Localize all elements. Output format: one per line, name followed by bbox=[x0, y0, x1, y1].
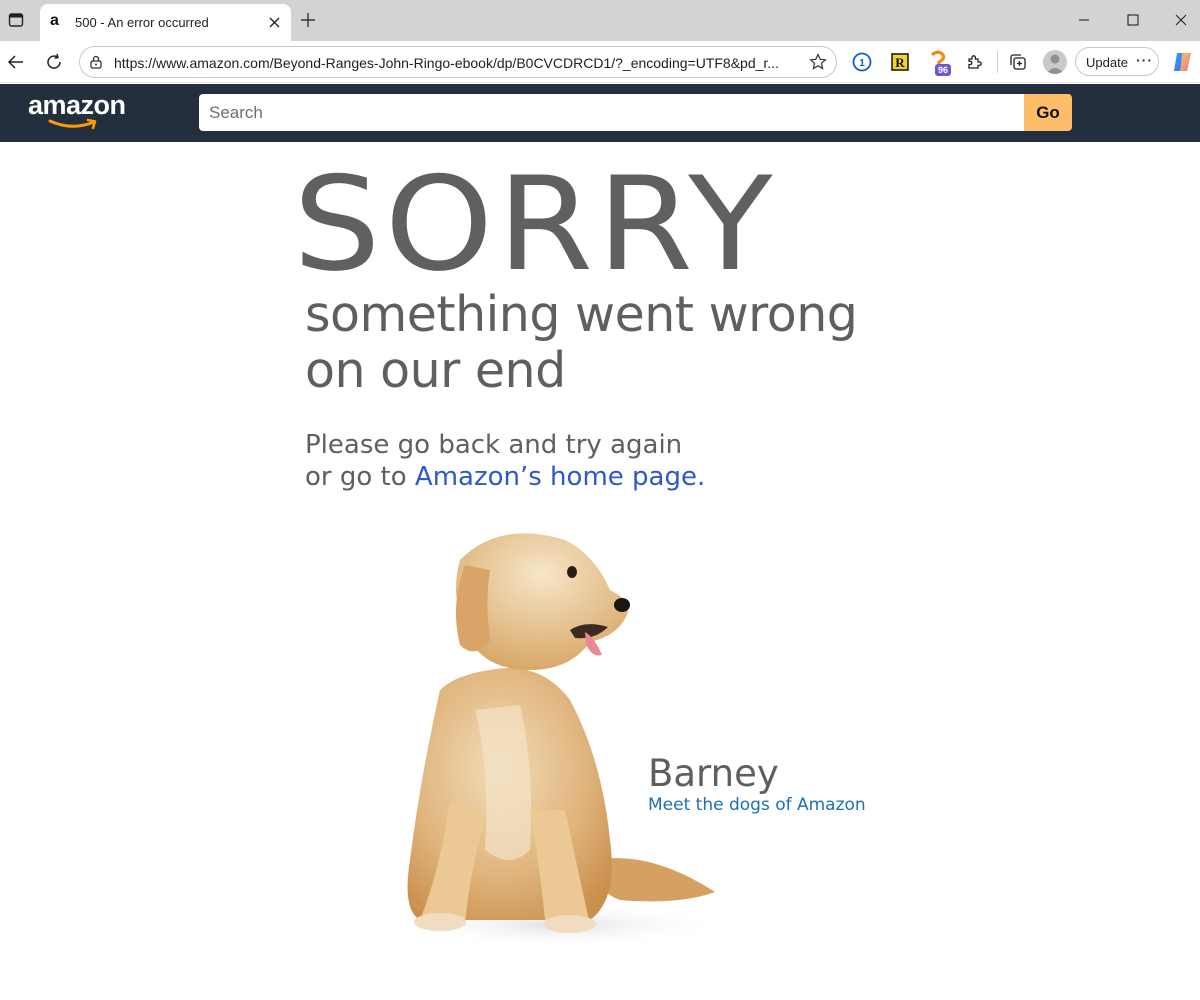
update-button[interactable]: Update ··· bbox=[1075, 47, 1159, 76]
error-subline-1: something went wrong bbox=[305, 286, 858, 343]
extension-badge: 96 bbox=[935, 64, 952, 76]
address-bar[interactable]: https://www.amazon.com/Beyond-Ranges-Joh… bbox=[79, 46, 837, 78]
home-message-prefix: or go to bbox=[305, 462, 415, 492]
retry-message: Please go back and try again bbox=[305, 430, 683, 460]
svg-text:1: 1 bbox=[859, 58, 865, 69]
sidebar-toggle-icon[interactable] bbox=[5, 9, 27, 31]
browser-tab-bar: a 500 - An error occurred bbox=[0, 0, 1200, 41]
password-manager-extension-icon[interactable]: 1 bbox=[851, 51, 873, 73]
profile-avatar-icon[interactable] bbox=[1043, 50, 1067, 74]
update-label: Update bbox=[1086, 55, 1128, 70]
favorite-star-icon[interactable] bbox=[809, 53, 827, 76]
url-text: https://www.amazon.com/Beyond-Ranges-Joh… bbox=[114, 55, 779, 71]
dog-name: Barney bbox=[648, 752, 779, 795]
back-arrow-icon[interactable] bbox=[4, 50, 28, 74]
more-options-icon[interactable]: ··· bbox=[1136, 52, 1153, 68]
maximize-icon[interactable] bbox=[1120, 8, 1146, 32]
lock-icon[interactable] bbox=[88, 54, 104, 75]
copilot-icon[interactable] bbox=[1171, 50, 1195, 74]
sorry-headline: SORRY bbox=[293, 148, 777, 301]
toolbar-separator bbox=[997, 51, 998, 73]
search-input[interactable] bbox=[199, 94, 1025, 131]
error-subline-2: on our end bbox=[305, 342, 566, 399]
minimize-icon[interactable] bbox=[1071, 8, 1097, 32]
home-page-link[interactable]: Amazon’s home page. bbox=[415, 462, 705, 492]
tab-title: 500 - An error occurred bbox=[75, 15, 209, 30]
home-message: or go to Amazon’s home page. bbox=[305, 462, 705, 492]
dog-image bbox=[395, 533, 725, 947]
amazon-logo[interactable]: amazon bbox=[28, 90, 138, 134]
close-window-icon[interactable] bbox=[1168, 8, 1194, 32]
go-button[interactable]: Go bbox=[1024, 94, 1072, 131]
r-extension-icon[interactable]: R bbox=[889, 51, 911, 73]
extensions-puzzle-icon[interactable] bbox=[964, 51, 986, 73]
refresh-icon[interactable] bbox=[42, 50, 66, 74]
svg-text:R: R bbox=[895, 55, 905, 70]
collections-icon[interactable] bbox=[1007, 51, 1029, 73]
tab-close-icon[interactable] bbox=[265, 13, 283, 31]
new-tab-icon[interactable] bbox=[297, 9, 319, 31]
amazon-favicon-icon: a bbox=[50, 12, 59, 29]
active-tab[interactable]: a 500 - An error occurred bbox=[40, 4, 291, 41]
logo-text: amazon bbox=[28, 90, 126, 120]
smile-arrow-icon bbox=[48, 118, 97, 130]
meet-dogs-link[interactable]: Meet the dogs of Amazon bbox=[648, 795, 866, 815]
